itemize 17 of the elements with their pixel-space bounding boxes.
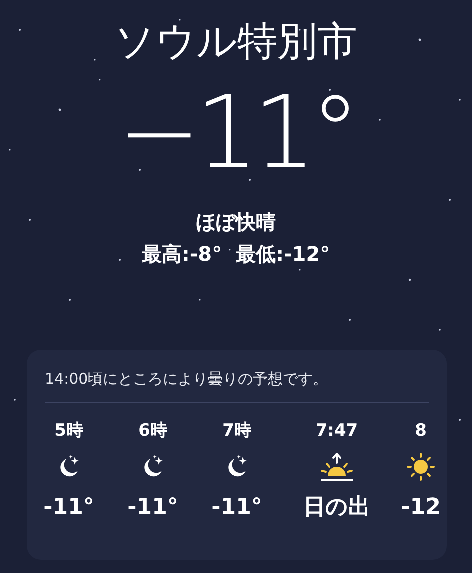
sunrise-icon	[319, 453, 355, 481]
hour-label: 7時	[222, 420, 252, 443]
hour-label: 5時	[54, 420, 84, 443]
hour-temperature: 日の出	[304, 494, 370, 522]
hour-temperature: -11°	[128, 494, 178, 522]
hour-label: 8	[415, 420, 427, 443]
city-name: ソウル特別市	[114, 18, 358, 66]
hour-label: 7:47	[316, 420, 358, 443]
hour-temperature: -12	[401, 494, 441, 522]
sun-icon	[407, 453, 435, 481]
hour-temperature: -11°	[212, 494, 262, 522]
high-low-temperature: 最高:-8° 最低:-12°	[142, 241, 330, 268]
forecast-summary: 14:00頃にところにより曇りの予想です。	[45, 369, 330, 390]
current-temperature: −11°	[117, 73, 355, 193]
weather-condition: ほぼ快晴	[196, 209, 276, 236]
hour-temperature: -11°	[44, 494, 94, 522]
hour-label: 6時	[138, 420, 168, 443]
